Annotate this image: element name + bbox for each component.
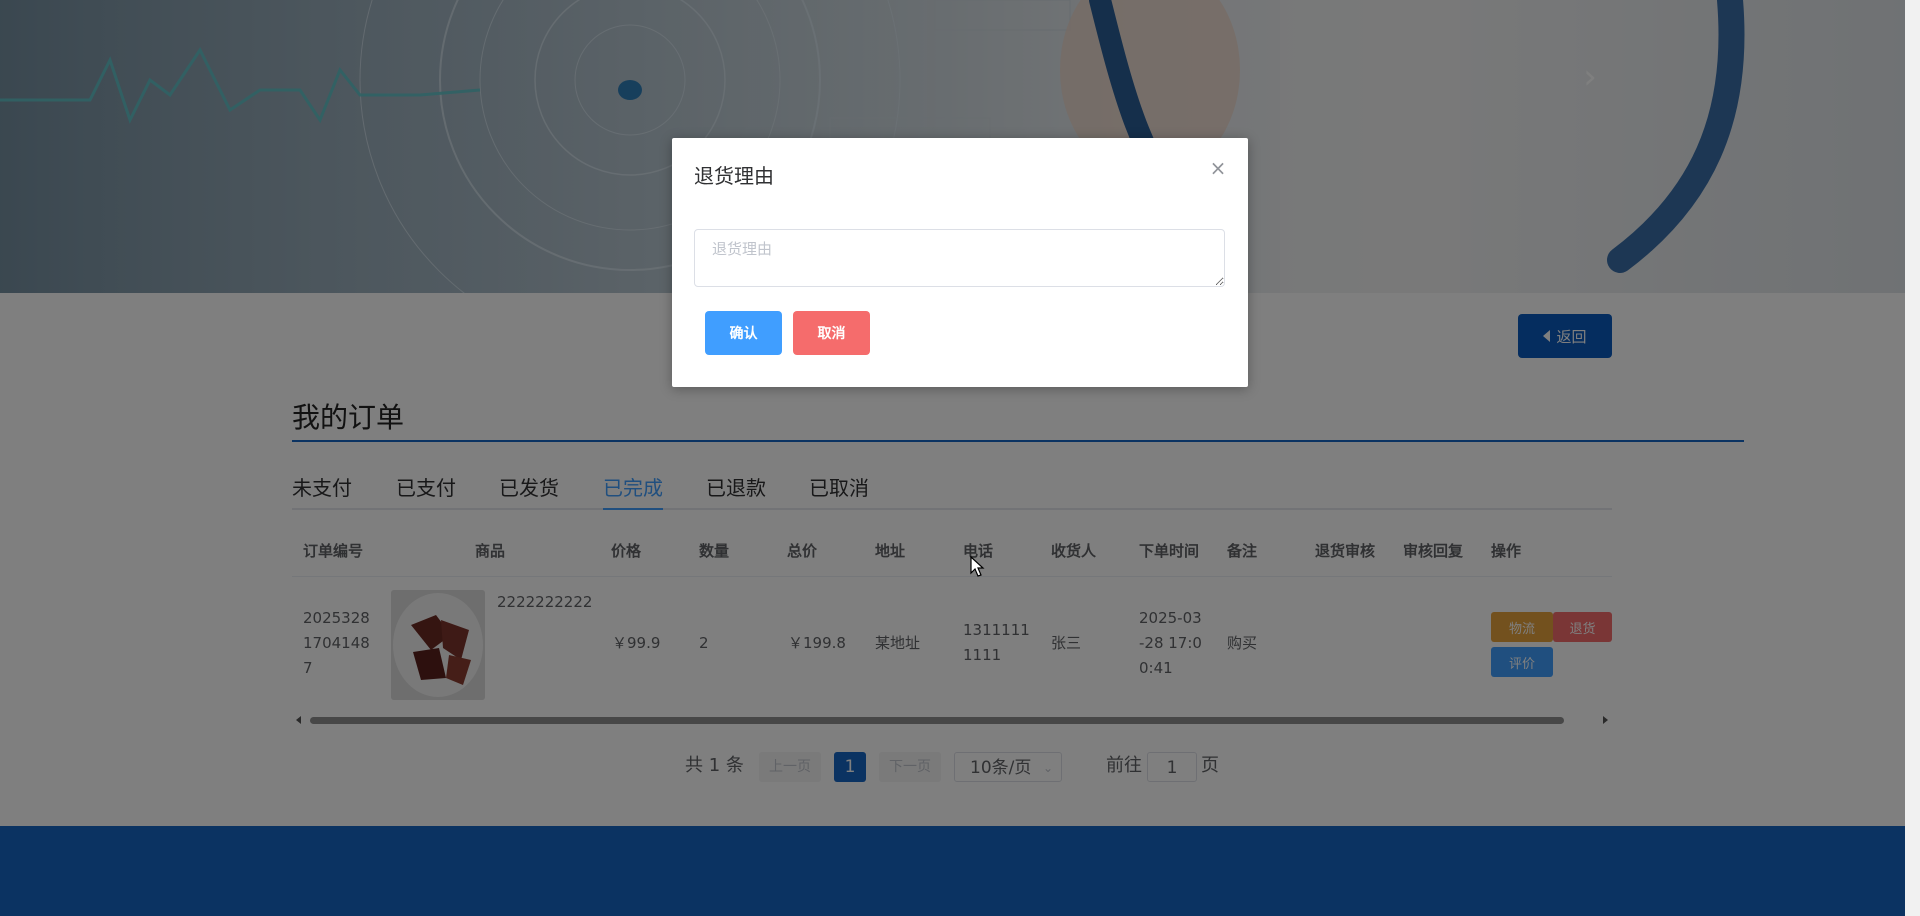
- mouse-cursor-icon: [970, 556, 985, 577]
- confirm-button[interactable]: 确认: [705, 311, 782, 355]
- close-icon[interactable]: ×: [1208, 156, 1228, 180]
- return-reason-dialog: 退货理由 × 确认 取消: [672, 138, 1248, 387]
- return-reason-input[interactable]: [694, 229, 1225, 287]
- dialog-title: 退货理由: [694, 164, 774, 188]
- cancel-button[interactable]: 取消: [793, 311, 870, 355]
- page-scrollbar[interactable]: [1905, 0, 1920, 916]
